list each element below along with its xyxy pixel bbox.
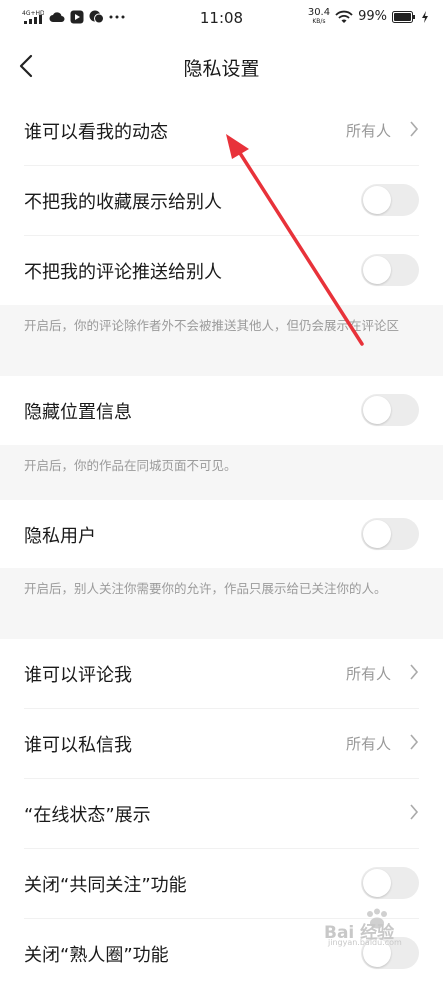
- net-speed-value: 30.4: [307, 7, 331, 18]
- charging-icon: [422, 10, 428, 23]
- row-hide-comments: 不把我的评论推送给别人: [24, 236, 419, 305]
- chevron-right-icon: [410, 804, 419, 820]
- row-label: 谁可以私信我: [24, 735, 132, 756]
- location-note: 开启后，你的作品在同城页面不可见。: [0, 445, 443, 500]
- row-who-can-message[interactable]: 谁可以私信我 所有人: [24, 709, 419, 779]
- row-private-user: 隐私用户: [24, 500, 419, 568]
- status-right: 30.4 KB/s 99%: [308, 8, 429, 25]
- row-label: 关闭“共同关注”功能: [24, 875, 187, 896]
- row-label: “在线状态”展示: [24, 805, 151, 826]
- battery-percent: 99%: [358, 9, 387, 24]
- wifi-icon: [335, 10, 353, 23]
- row-label: 关闭“熟人圈”功能: [24, 945, 169, 966]
- toggle-knob: [363, 520, 391, 548]
- chevron-right-icon: [410, 734, 419, 750]
- row-online-status[interactable]: “在线状态”展示: [24, 779, 419, 849]
- toggle-knob: [363, 186, 391, 214]
- row-hide-favorites: 不把我的收藏展示给别人: [24, 166, 419, 236]
- net-speed: 30.4 KB/s: [307, 7, 331, 26]
- row-hide-location: 隐藏位置信息: [24, 376, 419, 445]
- toggle-knob: [363, 869, 391, 897]
- private-user-toggle[interactable]: [361, 518, 419, 550]
- battery-icon: [392, 10, 415, 23]
- row-label: 谁可以评论我: [24, 665, 132, 686]
- hide-favorites-toggle[interactable]: [361, 184, 419, 216]
- toggle-knob: [363, 256, 391, 284]
- row-label: 不把我的评论推送给别人: [24, 262, 222, 283]
- nav-bar: 隐私设置: [0, 36, 443, 96]
- baidu-watermark: Bai 经验 jingyan.baidu.com: [322, 908, 434, 948]
- row-who-can-see[interactable]: 谁可以看我的动态 所有人: [24, 96, 419, 166]
- row-value: 所有人: [345, 122, 391, 140]
- private-note: 开启后，别人关注你需要你的允许，作品只展示给已关注你的人。: [0, 568, 443, 639]
- page-title: 隐私设置: [183, 58, 260, 80]
- chevron-right-icon: [410, 664, 419, 680]
- net-speed-unit: KB/s: [312, 18, 326, 25]
- comments-note: 开启后，你的评论除作者外不会被推送其他人，但仍会展示在评论区: [0, 305, 443, 376]
- status-bar: 4G+HD 11:08 30.4 KB/s 99%: [0, 0, 443, 36]
- toggle-knob: [363, 396, 391, 424]
- row-label: 谁可以看我的动态: [24, 122, 168, 143]
- hide-location-toggle[interactable]: [361, 394, 419, 426]
- watermark-url: jingyan.baidu.com: [328, 938, 402, 947]
- row-label: 隐藏位置信息: [24, 402, 132, 423]
- row-label: 隐私用户: [24, 526, 96, 547]
- hide-comments-toggle[interactable]: [361, 254, 419, 286]
- chevron-right-icon: [410, 121, 419, 137]
- row-who-can-comment[interactable]: 谁可以评论我 所有人: [24, 639, 419, 709]
- settings-list: 谁可以看我的动态 所有人 不把我的收藏展示给别人 不把我的评论推送给别人 开启后…: [0, 96, 443, 988]
- row-label: 不把我的收藏展示给别人: [24, 192, 222, 213]
- close-mutual-toggle[interactable]: [361, 867, 419, 899]
- row-value: 所有人: [345, 735, 391, 753]
- row-value: 所有人: [345, 665, 391, 683]
